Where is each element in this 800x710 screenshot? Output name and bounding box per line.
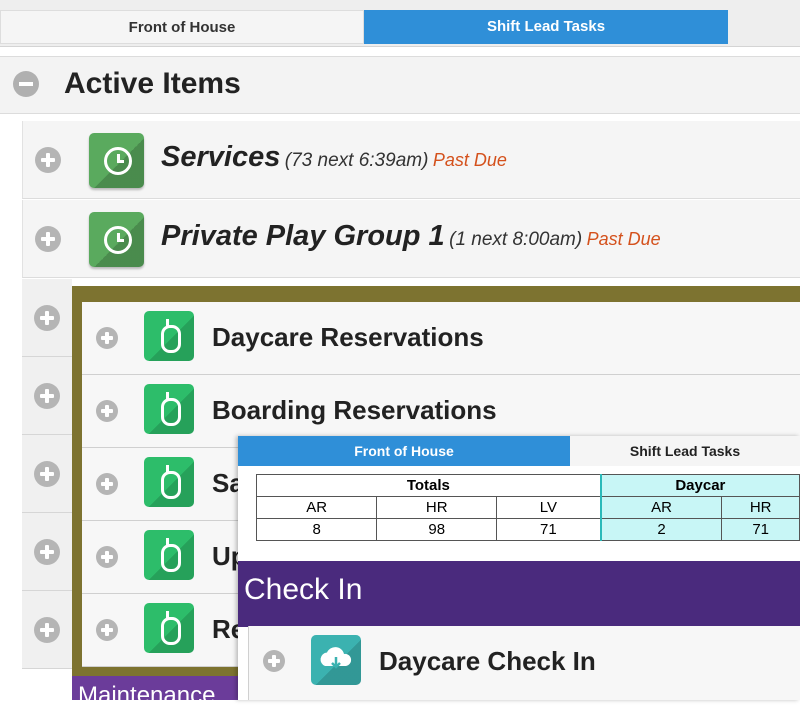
daycare-header: Daycar <box>599 474 800 497</box>
maintenance-title: Maintenance <box>78 682 216 709</box>
stat-value: 71 <box>495 518 602 541</box>
check-in-header[interactable]: Check In <box>238 561 800 627</box>
expand-plus-icon[interactable] <box>96 619 118 641</box>
tab-shift-lead-tasks[interactable]: Shift Lead Tasks <box>570 436 800 466</box>
list-item-daycare-reservations[interactable]: Daycare Reservations <box>82 302 800 375</box>
past-due-status: Past Due <box>432 150 507 170</box>
expand-plus-icon[interactable] <box>96 546 118 568</box>
column-header: HR <box>721 496 800 519</box>
item-detail: (73 next 6:39am) <box>284 150 429 171</box>
collapse-icon[interactable] <box>13 71 39 97</box>
list-item-services[interactable]: Services (73 next 6:39am) Past Due <box>22 121 800 199</box>
expand-plus-icon[interactable] <box>34 305 60 331</box>
mouse-icon <box>144 311 194 361</box>
base-row-stub[interactable] <box>22 591 72 669</box>
column-header: LV <box>495 496 602 519</box>
column-header: AR <box>255 496 378 519</box>
cloud-download-icon <box>311 635 361 685</box>
expand-plus-icon[interactable] <box>35 147 61 173</box>
expand-plus-icon[interactable] <box>96 473 118 495</box>
tab-front-of-house[interactable]: Front of House <box>0 10 364 44</box>
list-item-daycare-check-in[interactable]: Daycare Check In <box>248 626 800 700</box>
past-due-status: Past Due <box>586 229 661 249</box>
expand-plus-icon[interactable] <box>35 226 61 252</box>
mouse-icon <box>144 457 194 507</box>
expand-plus-icon[interactable] <box>34 383 60 409</box>
stats-table: Totals Daycar AR HR LV AR HR 8 98 71 2 7… <box>255 474 800 541</box>
item-label: Daycare Check In <box>379 646 596 676</box>
stat-value: 2 <box>599 518 723 541</box>
clock-icon <box>89 212 144 267</box>
base-row-stub[interactable] <box>22 513 72 591</box>
expand-plus-icon[interactable] <box>96 400 118 422</box>
stat-value: 8 <box>255 518 378 541</box>
clock-icon <box>89 133 144 188</box>
expand-plus-icon[interactable] <box>34 461 60 487</box>
active-items-header[interactable]: Active Items <box>0 56 800 114</box>
expand-plus-icon[interactable] <box>263 650 285 672</box>
totals-header: Totals <box>255 474 602 497</box>
tab-shift-lead-tasks[interactable]: Shift Lead Tasks <box>364 10 728 44</box>
column-header: AR <box>599 496 723 519</box>
base-tab-bar: Front of House Shift Lead Tasks <box>0 0 800 47</box>
tab-front-of-house[interactable]: Front of House <box>238 436 570 466</box>
item-detail: (1 next 8:00am) <box>449 229 583 250</box>
mouse-icon <box>144 603 194 653</box>
column-header: HR <box>376 496 497 519</box>
base-row-stub[interactable] <box>22 435 72 513</box>
stat-value: 98 <box>376 518 497 541</box>
stat-value: 71 <box>721 518 800 541</box>
expand-plus-icon[interactable] <box>34 617 60 643</box>
front-of-house-panel: Front of House Shift Lead Tasks Totals D… <box>238 436 800 700</box>
mouse-icon <box>144 530 194 580</box>
mouse-icon <box>144 384 194 434</box>
active-items-title: Active Items <box>64 67 241 100</box>
item-label: Boarding Reservations <box>212 395 497 425</box>
base-row-stub[interactable] <box>22 357 72 435</box>
maintenance-header[interactable]: Maintenance <box>72 676 252 709</box>
base-row-stub[interactable] <box>22 279 72 357</box>
item-title: Private Play Group 1 <box>161 220 445 252</box>
item-label: Daycare Reservations <box>212 322 484 352</box>
item-title: Services <box>161 141 281 173</box>
check-in-title: Check In <box>244 573 363 606</box>
expand-plus-icon[interactable] <box>34 539 60 565</box>
expand-plus-icon[interactable] <box>96 327 118 349</box>
list-item-private-play-group[interactable]: Private Play Group 1 (1 next 8:00am) Pas… <box>22 200 800 278</box>
